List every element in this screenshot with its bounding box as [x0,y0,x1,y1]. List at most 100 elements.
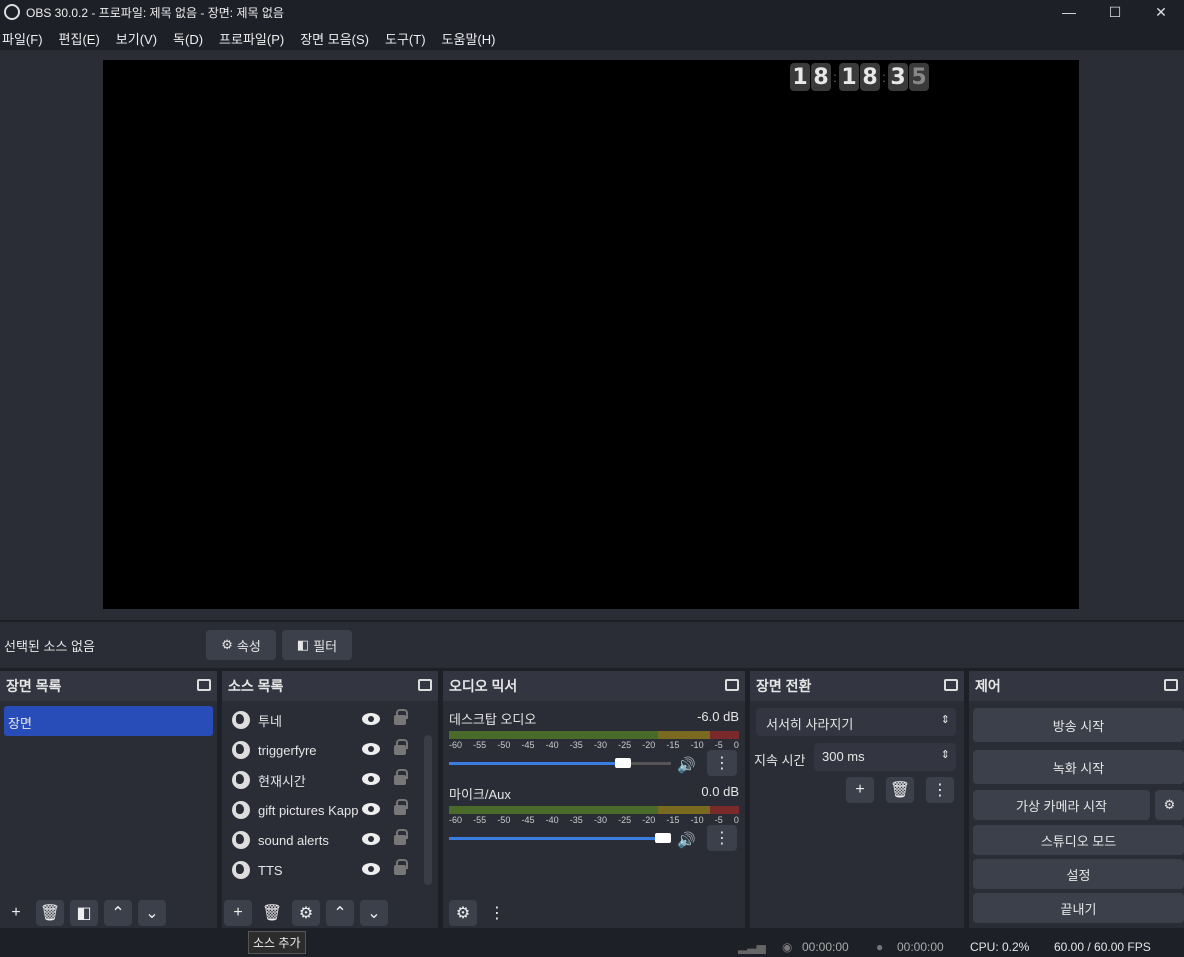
menu-dock[interactable]: 독(D) [171,29,211,48]
properties-button[interactable]: ⚙ 속성 [206,630,276,660]
meter-ticks: -60 -55 -50 -45 -40 -35 -30 -25 -20 -15 -10 -5 0 [449,740,739,750]
mixer-menu-button[interactable]: ⋮ [483,900,511,926]
visibility-icon[interactable] [362,713,380,725]
advanced-audio-button[interactable]: ⚙ [449,900,477,926]
transition-select[interactable]: 서서히 사라지기 ⇕ [756,708,956,736]
visibility-icon[interactable] [362,773,380,785]
gear-icon: ⚙ [298,905,314,922]
scene-item[interactable]: 장면 [4,706,213,736]
no-source-label: 선택된 소스 없음 [4,639,95,654]
channel-name: 마이크/Aux [449,787,511,802]
visibility-icon[interactable] [362,743,380,755]
menu-tools[interactable]: 도구(T) [383,29,434,48]
chevron-down-icon: ⌄ [145,905,159,922]
undock-icon[interactable] [197,679,211,691]
remove-scene-button[interactable]: 🗑 [36,900,64,926]
clock-separator: : [833,69,837,85]
speaker-icon[interactable]: 🔊 [677,756,696,774]
dock-header: 오디오 믹서 [443,671,745,701]
clock-digit: 8 [811,63,831,91]
signal-icon: ▂▃▅ [738,940,766,954]
sources-scrollbar[interactable] [424,735,432,885]
spin-arrows-icon[interactable]: ⇕ [941,748,950,761]
virtual-camera-settings-button[interactable]: ⚙ [1155,790,1184,820]
move-scene-down-button[interactable]: ⌄ [138,900,166,926]
dock-header: 장면 전환 [750,671,964,701]
filters-button[interactable]: ◧ 필터 [282,630,352,660]
maximize-button[interactable]: ☐ [1092,0,1138,24]
lock-icon[interactable] [394,829,408,845]
filter-icon: ◧ [76,905,92,922]
remove-source-button[interactable]: 🗑 [258,900,286,926]
source-properties-button[interactable]: ⚙ [292,900,320,926]
studio-mode-button[interactable]: 스튜디오 모드 [973,825,1184,855]
clock-digit: 3 [888,63,908,91]
add-transition-button[interactable]: + [846,777,874,803]
start-virtual-camera-button[interactable]: 가상 카메라 시작 [973,790,1150,820]
window-title: OBS 30.0.2 - 프로파일: 제목 없음 - 장면: 제목 없음 [26,5,284,20]
start-streaming-button[interactable]: 방송 시작 [973,708,1184,742]
visibility-icon[interactable] [362,833,380,845]
undock-icon[interactable] [725,679,739,691]
mixer-channel: 데스크탑 오디오 -6.0 dB -60 -55 -50 -45 -40 -35 -30 -2… [443,709,745,776]
record-icon: ● [876,940,884,954]
volume-slider-fill [449,837,655,840]
add-source-button[interactable]: + [224,900,252,926]
settings-button[interactable]: 설정 [973,859,1184,889]
meter-tick-label: -45 [521,815,535,825]
source-item[interactable]: TTS [222,855,438,885]
lock-icon[interactable] [394,709,408,725]
source-item[interactable]: triggerfyre [222,735,438,765]
gear-icon: ⚙ [1163,797,1176,812]
duration-spinbox[interactable]: 300 ms ⇕ [814,743,956,771]
source-item[interactable]: sound alerts [222,825,438,855]
source-item[interactable]: 현재시간 [222,765,438,795]
visibility-icon[interactable] [362,803,380,815]
sources-title: 소스 목록 [228,678,284,694]
visibility-icon[interactable] [362,863,380,875]
source-item[interactable]: 투네 [222,705,438,735]
move-scene-up-button[interactable]: ⌃ [104,900,132,926]
preview-canvas[interactable]: 1 8 : 1 8 : 3 5 [103,60,1079,609]
duration-label: 지속 시간 [754,753,806,768]
trash-icon: 🗑 [261,905,283,922]
transition-menu-button[interactable]: ⋮ [926,777,954,803]
speaker-icon[interactable]: 🔊 [677,831,696,849]
add-scene-button[interactable]: + [2,900,30,926]
scene-filters-button[interactable]: ◧ [70,900,98,926]
channel-db: -6.0 dB [697,709,739,724]
volume-slider-knob[interactable] [655,833,671,843]
meter-tick-label: -5 [714,815,723,825]
menu-view[interactable]: 보기(V) [114,29,165,48]
move-source-down-button[interactable]: ⌄ [360,900,388,926]
meter-tick-label: -45 [521,740,535,750]
undock-icon[interactable] [1164,679,1178,691]
meter-tick-label: -5 [714,740,723,750]
move-source-up-button[interactable]: ⌃ [326,900,354,926]
channel-menu-button[interactable]: ⋮ [707,750,737,776]
undock-icon[interactable] [944,679,958,691]
remove-transition-button[interactable]: 🗑 [886,777,914,803]
meter-tick-label: -50 [497,815,511,825]
exit-button[interactable]: 끝내기 [973,893,1184,923]
menu-help[interactable]: 도움말(H) [440,29,504,48]
lock-icon[interactable] [394,739,408,755]
menu-scene-collection[interactable]: 장면 모음(S) [298,29,377,48]
audio-mixer-dock: 오디오 믹서 데스크탑 오디오 -6.0 dB -60 -55 -50 -45 -40-… [443,671,745,928]
undock-icon[interactable] [418,679,432,691]
menu-file[interactable]: 파일(F) [0,29,51,48]
lock-icon[interactable] [394,799,408,815]
close-button[interactable]: ✕ [1138,0,1184,24]
lock-icon[interactable] [394,769,408,785]
lock-icon[interactable] [394,859,408,875]
menu-edit[interactable]: 편집(E) [57,29,108,48]
minimize-button[interactable]: — [1046,0,1092,24]
start-recording-button[interactable]: 녹화 시작 [973,750,1184,784]
filters-label: 필터 [313,638,338,654]
menu-profile[interactable]: 프로파일(P) [217,29,292,48]
volume-slider-knob[interactable] [615,758,632,768]
source-item[interactable]: gift pictures Kapp [222,795,438,825]
channel-menu-button[interactable]: ⋮ [707,825,737,851]
meter-tick-label: -15 [666,740,680,750]
meter-tick-label: -55 [473,740,487,750]
